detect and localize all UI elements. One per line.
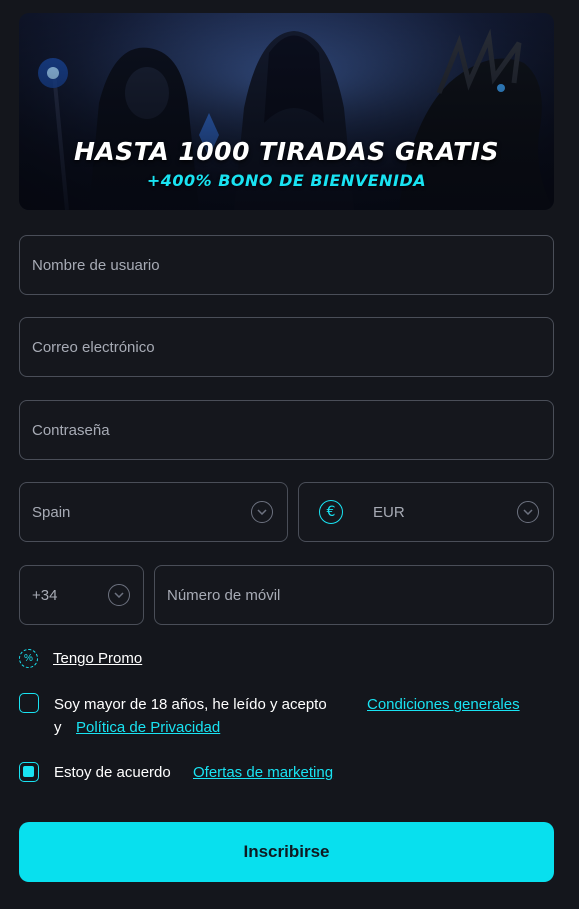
promo-banner[interactable]: HASTA 1000 TIRADAS GRATIS +400% BONO DE … [19,13,554,210]
phone-number-field[interactable]: Número de móvil [154,565,554,625]
banner-title: HASTA 1000 TIRADAS GRATIS [73,137,500,166]
percent-badge-icon: % [19,649,38,668]
marketing-checkbox[interactable] [19,762,39,782]
currency-value: EUR [373,503,405,521]
euro-icon: € [319,500,343,524]
marketing-text: Estoy de acuerdo [54,764,171,781]
banner-subtitle: +400% BONO DE BIENVENIDA [146,171,427,190]
privacy-link[interactable]: Política de Privacidad [76,719,220,736]
currency-select[interactable]: € EUR [298,482,554,542]
username-field[interactable]: Nombre de usuario [19,235,554,295]
marketing-link[interactable]: Ofertas de marketing [193,764,333,781]
terms-text: Soy mayor de 18 años, he leído y acepto [54,696,327,713]
terms-and: y [54,719,62,736]
country-value: Spain [32,503,71,521]
email-field[interactable]: Correo electrónico [19,317,554,377]
password-placeholder: Contraseña [32,421,110,439]
username-placeholder: Nombre de usuario [32,256,160,274]
chevron-down-icon [517,501,539,523]
phone-placeholder: Número de móvil [167,586,281,604]
terms-checkbox[interactable] [19,693,39,713]
chevron-down-icon [108,584,130,606]
country-select[interactable]: Spain [19,482,288,542]
submit-button[interactable]: Inscribirse [19,822,554,882]
phone-code-select[interactable]: +34 [19,565,144,625]
chevron-down-icon [251,501,273,523]
promo-toggle[interactable]: % Tengo Promo [19,649,142,668]
promo-label[interactable]: Tengo Promo [53,650,142,667]
terms-link[interactable]: Condiciones generales [367,696,520,713]
password-field[interactable]: Contraseña [19,400,554,460]
phone-code-value: +34 [32,586,58,604]
email-placeholder: Correo electrónico [32,338,155,356]
